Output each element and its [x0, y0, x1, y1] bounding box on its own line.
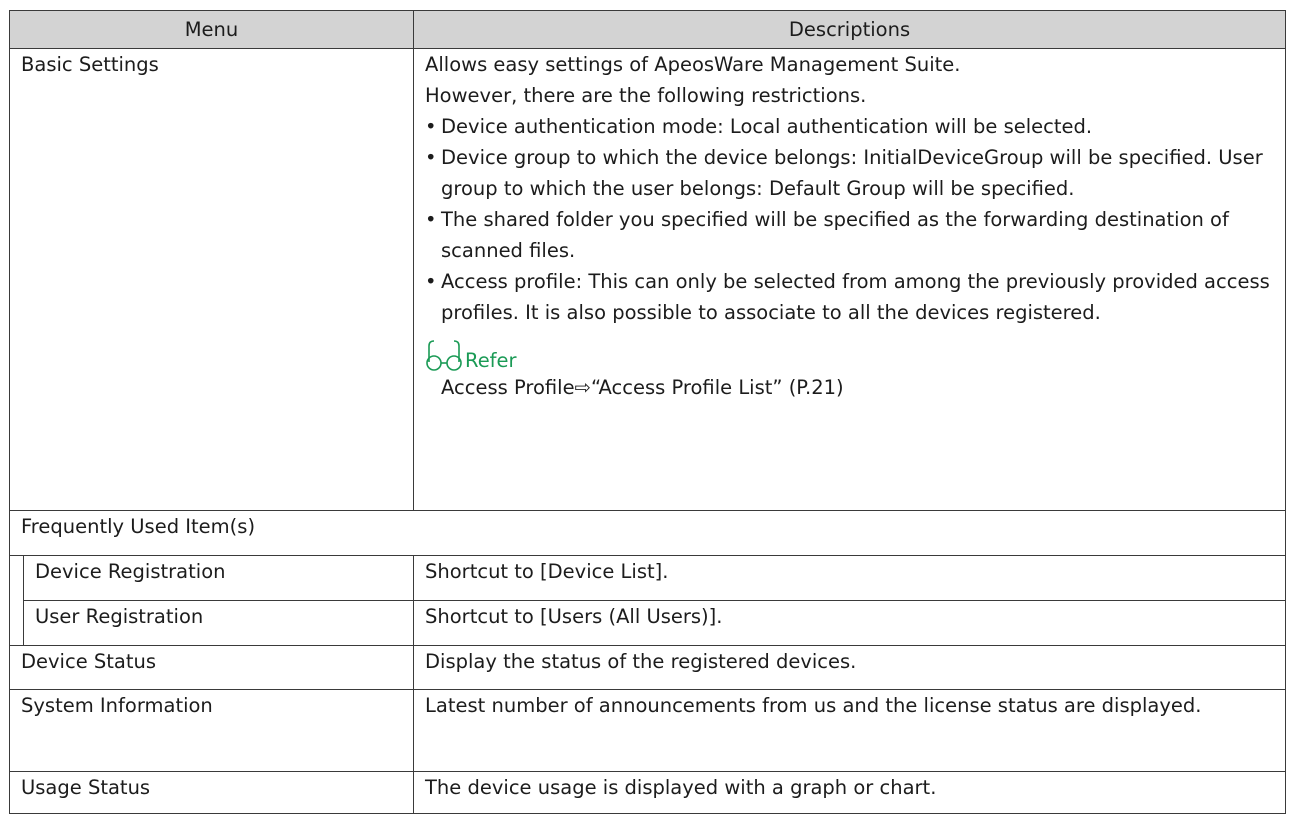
table-row: Device Registration Shortcut to [Device … — [9, 554, 1286, 647]
table-row: System Information Latest number of anno… — [8, 689, 1286, 773]
description-cell-usage-status: The device usage is displayed with a gra… — [413, 771, 1286, 814]
menu-cell-usage-status: Usage Status — [8, 771, 415, 814]
list-item: • The shared folder you specified will be… — [425, 204, 1274, 266]
bullet-marker: • — [425, 115, 437, 138]
description-cell-system-information: Latest number of announcements from us a… — [413, 689, 1286, 773]
description-cell-device-status: Display the status of the registered dev… — [413, 645, 1286, 691]
restriction-list: • Device authentication mode: Local authe… — [425, 111, 1274, 328]
list-item-text: Access profile: This can only be selecte… — [441, 270, 1270, 324]
header-descriptions: Descriptions — [413, 10, 1286, 49]
table-row: Device Status Display the status of the … — [8, 645, 1286, 691]
list-item: • Device group to which the device belong… — [425, 142, 1274, 204]
indent-gutter — [9, 554, 24, 647]
menu-cell-system-information: System Information — [8, 689, 415, 773]
header-menu: Menu — [8, 10, 415, 49]
list-item: • Device authentication mode: Local authe… — [425, 111, 1274, 142]
bullet-marker: • — [425, 208, 437, 231]
list-item-text: The shared folder you specified will be … — [441, 208, 1229, 262]
list-item-text: Device group to which the device belongs… — [441, 146, 1263, 200]
description-line: Allows easy settings of ApeosWare Manage… — [425, 53, 961, 76]
description-line: However, there are the following restric… — [425, 84, 867, 107]
bullet-marker: • — [425, 146, 437, 169]
description-cell-device-registration: Shortcut to [Device List]. — [413, 554, 1286, 601]
menu-cell-user-registration: User Registration — [22, 599, 415, 647]
menu-cell-device-registration: Device Registration — [22, 554, 415, 601]
list-item-text: Device authentication mode: Local authen… — [441, 115, 1093, 138]
description-cell-user-registration: Shortcut to [Users (All Users)]. — [413, 599, 1286, 647]
menu-description-table: Menu Descriptions Basic Settings Allows … — [8, 10, 1286, 814]
table-row: Basic Settings Allows easy settings of A… — [8, 47, 1286, 512]
bullet-marker: • — [425, 270, 437, 293]
table-group-row: Frequently Used Item(s) — [9, 510, 1286, 556]
table-header-row: Menu Descriptions — [8, 10, 1286, 49]
refer-link[interactable]: Access Profile⇨“Access Profile List” (P.… — [441, 372, 844, 403]
table-row: User Registration Shortcut to [Users (Al… — [10, 599, 1286, 647]
description-cell-basic-settings: Allows easy settings of ApeosWare Manage… — [413, 47, 1286, 512]
menu-cell-device-status: Device Status — [8, 645, 415, 691]
glasses-icon — [426, 340, 462, 371]
table-row: Usage Status The device usage is display… — [8, 771, 1286, 814]
refer-note: Refer Access Profile⇨“Access Profile Lis… — [425, 338, 1274, 399]
group-label-frequently-used: Frequently Used Item(s) — [9, 510, 1286, 556]
menu-cell-basic-settings: Basic Settings — [8, 47, 415, 512]
list-item: • Access profile: This can only be select… — [425, 266, 1274, 328]
